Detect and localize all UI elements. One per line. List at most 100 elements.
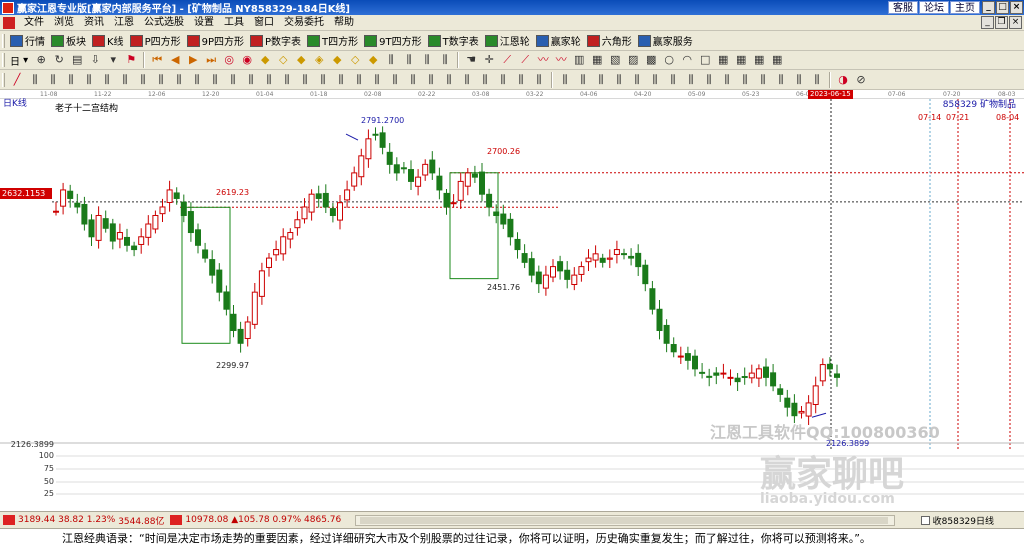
vline3-tool-icon[interactable]: ⫼	[63, 72, 79, 88]
toolbar-candle-button[interactable]: K线	[90, 32, 128, 50]
grid2-icon[interactable]: ▦	[715, 52, 731, 68]
flag-icon[interactable]: ⚑	[123, 52, 139, 68]
grid4-icon[interactable]: ▦	[751, 52, 767, 68]
refresh-icon[interactable]: ↻	[51, 52, 67, 68]
time-cycle10-icon[interactable]: ⫼	[719, 72, 735, 88]
vline4-tool-icon[interactable]: ⫼	[81, 72, 97, 88]
diamond-icon[interactable]: ◆	[257, 52, 273, 68]
square-icon[interactable]: ▦	[589, 52, 605, 68]
vline26-tool-icon[interactable]: ⫼	[477, 72, 493, 88]
vline16-tool-icon[interactable]: ⫼	[297, 72, 313, 88]
document-icon[interactable]	[3, 16, 15, 29]
fan-icon[interactable]: ⟋	[499, 52, 515, 68]
time-cycle13-icon[interactable]: ⫼	[773, 72, 789, 88]
square3-icon[interactable]: ▨	[625, 52, 641, 68]
target2-icon[interactable]: ◉	[239, 52, 255, 68]
down-arrow-icon[interactable]: ⇩	[87, 52, 103, 68]
toolbar-chart-button[interactable]: 板块	[49, 32, 90, 50]
wave-icon[interactable]: 〰	[535, 52, 551, 68]
menu-news[interactable]: 资讯	[79, 15, 109, 30]
mdi-restore-button[interactable]: ❐	[995, 16, 1008, 29]
arc-icon[interactable]: ◠	[679, 52, 695, 68]
customer-service-link[interactable]: 客服	[888, 1, 918, 14]
toolbar-grip-3[interactable]	[2, 72, 5, 87]
vline8-tool-icon[interactable]: ⫼	[153, 72, 169, 88]
time-cycle14-icon[interactable]: ⫼	[791, 72, 807, 88]
prev-icon[interactable]: ◀	[167, 52, 183, 68]
fan2-icon[interactable]: ⟋	[517, 52, 533, 68]
scrollbar-thumb[interactable]	[360, 517, 888, 524]
diamond4-icon[interactable]: ◈	[311, 52, 327, 68]
sh-index[interactable]: 3189.44 38.82 1.23% 3544.88亿	[0, 514, 167, 527]
period-selector[interactable]: 日 ▾	[8, 51, 32, 69]
menu-file[interactable]: 文件	[19, 15, 49, 30]
close-button[interactable]: ×	[1010, 1, 1023, 14]
toolbar-hexagon-button[interactable]: 六角形	[585, 32, 636, 50]
vline7-tool-icon[interactable]: ⫼	[135, 72, 151, 88]
menu-help[interactable]: 帮助	[329, 15, 359, 30]
vline15-tool-icon[interactable]: ⫼	[279, 72, 295, 88]
vline24-tool-icon[interactable]: ⫼	[441, 72, 457, 88]
toolbar-grip[interactable]	[2, 33, 5, 48]
time-cycle2-icon[interactable]: ⫼	[575, 72, 591, 88]
vline28-tool-icon[interactable]: ⫼	[513, 72, 529, 88]
toolbar-wheel-button[interactable]: 江恩轮	[483, 32, 534, 50]
vline11-tool-icon[interactable]: ⫼	[207, 72, 223, 88]
vline6-tool-icon[interactable]: ⫼	[117, 72, 133, 88]
time-cycle6-icon[interactable]: ⫼	[647, 72, 663, 88]
time-cycle-icon[interactable]: ⫼	[557, 72, 573, 88]
channel-icon[interactable]: ▥	[571, 52, 587, 68]
erase-icon[interactable]: ⊘	[853, 72, 869, 88]
vline18-tool-icon[interactable]: ⫼	[333, 72, 349, 88]
bars2-icon[interactable]: ⫼	[401, 52, 417, 68]
time-cycle8-icon[interactable]: ⫼	[683, 72, 699, 88]
square2-icon[interactable]: ▧	[607, 52, 623, 68]
line-tool-icon[interactable]: ╱	[9, 72, 25, 88]
vline10-tool-icon[interactable]: ⫼	[189, 72, 205, 88]
last-bar-icon[interactable]: ⏭	[203, 52, 219, 68]
vline12-tool-icon[interactable]: ⫼	[225, 72, 241, 88]
vline27-tool-icon[interactable]: ⫼	[495, 72, 511, 88]
next-icon[interactable]: ▶	[185, 52, 201, 68]
color-wheel-icon[interactable]: ◑	[835, 72, 851, 88]
crosshair-icon[interactable]: ✛	[481, 52, 497, 68]
bars4-icon[interactable]: ⫼	[437, 52, 453, 68]
square4-icon[interactable]: ▩	[643, 52, 659, 68]
toolbar-grip-2[interactable]	[2, 53, 5, 67]
vline-tool-icon[interactable]: ⫼	[27, 72, 43, 88]
time-cycle4-icon[interactable]: ⫼	[611, 72, 627, 88]
toolbar-t-square-button[interactable]: T四方形	[305, 32, 362, 50]
toolbar-9t-square-button[interactable]: 9T四方形	[362, 32, 425, 50]
diamond3-icon[interactable]: ◆	[293, 52, 309, 68]
vline19-tool-icon[interactable]: ⫼	[351, 72, 367, 88]
box-icon[interactable]: □	[697, 52, 713, 68]
vline20-tool-icon[interactable]: ⫼	[369, 72, 385, 88]
sz-index[interactable]: 10978.08 ▲105.78 0.97% 4865.76	[167, 515, 344, 525]
time-cycle7-icon[interactable]: ⫼	[665, 72, 681, 88]
time-cycle9-icon[interactable]: ⫼	[701, 72, 717, 88]
toolbar-winner-wheel-button[interactable]: 赢家轮	[534, 32, 585, 50]
toolbar-p-table-button[interactable]: P数字表	[248, 32, 305, 50]
horizontal-scrollbar[interactable]	[355, 515, 895, 526]
vline13-tool-icon[interactable]: ⫼	[243, 72, 259, 88]
vline14-tool-icon[interactable]: ⫼	[261, 72, 277, 88]
forum-link[interactable]: 论坛	[919, 1, 949, 14]
toolbar-grid-button[interactable]: 行情	[8, 32, 49, 50]
vline23-tool-icon[interactable]: ⫼	[423, 72, 439, 88]
diamond2-icon[interactable]: ◇	[275, 52, 291, 68]
circle-icon[interactable]: ○	[661, 52, 677, 68]
hand-icon[interactable]: ☚	[463, 52, 479, 68]
time-cycle3-icon[interactable]: ⫼	[593, 72, 609, 88]
grid3-icon[interactable]: ▦	[733, 52, 749, 68]
vline21-tool-icon[interactable]: ⫼	[387, 72, 403, 88]
menu-formula[interactable]: 公式选股	[139, 15, 189, 30]
menu-window[interactable]: 窗口	[249, 15, 279, 30]
menu-settings[interactable]: 设置	[189, 15, 219, 30]
bars-icon[interactable]: ⫼	[383, 52, 399, 68]
vline5-tool-icon[interactable]: ⫼	[99, 72, 115, 88]
first-bar-icon[interactable]: ⏮	[149, 52, 165, 68]
maximize-button[interactable]: □	[996, 1, 1009, 14]
kline-chart[interactable]: 日K线 老子十二宫结构 858329 矿物制品 2632.1153 2791.2…	[0, 99, 1024, 511]
vline25-tool-icon[interactable]: ⫼	[459, 72, 475, 88]
toolbar-p-square-button[interactable]: P四方形	[128, 32, 185, 50]
